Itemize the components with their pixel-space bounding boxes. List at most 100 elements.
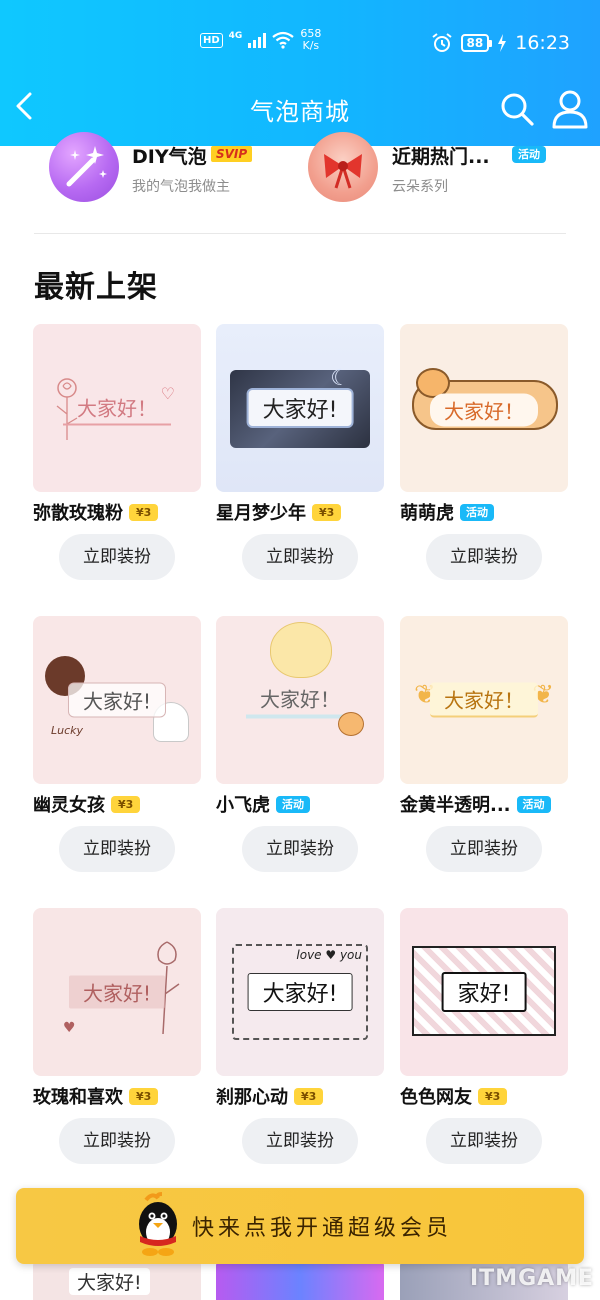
apply-button[interactable]: 立即装扮 bbox=[426, 534, 542, 580]
bubble-name: 幽灵女孩 bbox=[33, 795, 105, 816]
user-icon[interactable] bbox=[550, 88, 590, 130]
hd-indicator: HD bbox=[200, 32, 223, 48]
bubble-name: 刹那心动 bbox=[216, 1087, 288, 1108]
price-badge: ¥3 bbox=[478, 1087, 508, 1105]
bubble-preview[interactable]: 大家好! love ♥ you bbox=[216, 908, 384, 1076]
divider bbox=[34, 233, 566, 234]
feature-title: DIY气泡 bbox=[132, 146, 207, 168]
price-badge: ¥3 bbox=[312, 503, 342, 521]
bubble-name: 色色网友 bbox=[400, 1087, 472, 1108]
apply-button[interactable]: 立即装扮 bbox=[426, 1118, 542, 1164]
alarm-icon bbox=[431, 33, 452, 52]
penguin-icon bbox=[139, 1192, 177, 1256]
bubble-preview-peek[interactable]: 大家好! bbox=[33, 1258, 201, 1300]
activity-badge: 活动 bbox=[460, 503, 494, 521]
activity-badge: 活动 bbox=[276, 795, 310, 813]
bubble-preview[interactable]: 大家好! ♥ bbox=[33, 908, 201, 1076]
svip-badge: SVIP bbox=[211, 146, 253, 162]
bubble-sample-text: 大家好！ bbox=[246, 682, 354, 719]
price-badge: ¥3 bbox=[294, 1087, 324, 1105]
card-info: 萌萌虎 活动 bbox=[400, 501, 568, 524]
clock: 16:23 bbox=[515, 32, 570, 54]
bubble-sample-text: 大家好！ bbox=[63, 391, 171, 426]
card-info: 玫瑰和喜欢 ¥3 bbox=[33, 1085, 201, 1108]
bubble-card: 大家好！ 小飞虎 活动 立即装扮 bbox=[216, 616, 384, 872]
tiger-icon bbox=[338, 712, 364, 736]
apply-button[interactable]: 立即装扮 bbox=[242, 1118, 358, 1164]
bubble-card: 大家好! love ♥ you 刹那心动 ¥3 立即装扮 bbox=[216, 908, 384, 1164]
card-info: 幽灵女孩 ¥3 bbox=[33, 793, 201, 816]
feature-subtitle: 云朵系列 bbox=[392, 179, 448, 195]
status-right: 88 16:23 bbox=[431, 32, 570, 54]
charging-icon bbox=[498, 34, 507, 52]
bubble-preview-peek[interactable] bbox=[216, 1258, 384, 1300]
card-info: 色色网友 ¥3 bbox=[400, 1085, 568, 1108]
bubble-card: 大家好！ 萌萌虎 活动 立即装扮 bbox=[400, 324, 568, 580]
wifi-icon bbox=[272, 31, 295, 49]
activity-badge: 活动 bbox=[512, 146, 546, 163]
magic-wand-icon bbox=[49, 132, 119, 202]
vip-promo-text: 快来点我开通超级会员 bbox=[192, 1216, 453, 1241]
card-info: 弥散玫瑰粉 ¥3 bbox=[33, 501, 201, 524]
lucky-decoration: Lucky bbox=[51, 724, 84, 737]
bubble-name: 弥散玫瑰粉 bbox=[33, 503, 123, 524]
price-badge: ¥3 bbox=[129, 503, 159, 521]
bubble-name: 金黄半透明... bbox=[400, 795, 511, 816]
price-badge: ¥3 bbox=[111, 795, 141, 813]
heart-icon: ♥ bbox=[63, 1020, 76, 1036]
card-info: 金黄半透明... 活动 bbox=[400, 793, 568, 816]
moon-icon: ☾ bbox=[330, 366, 350, 391]
love-you-doodle: love ♥ you bbox=[296, 948, 362, 962]
bubble-sample-text: 大家好！ bbox=[430, 393, 538, 427]
bubble-sample-text: 家好! bbox=[441, 972, 527, 1012]
bow-icon bbox=[308, 132, 378, 202]
bubble-card: 家好! 色色网友 ¥3 立即装扮 bbox=[400, 908, 568, 1164]
activity-badge: 活动 bbox=[516, 795, 551, 813]
bubble-name: 星月梦少年 bbox=[216, 503, 306, 524]
bubble-preview[interactable]: 大家好！ bbox=[216, 616, 384, 784]
feature-diy-bubble[interactable]: DIY气泡 我的气泡我做主 bbox=[49, 132, 299, 206]
bubble-preview[interactable]: 大家好！ ♡ bbox=[33, 324, 201, 492]
status-left: HD 4G 658 K/s bbox=[200, 28, 321, 52]
watermark: ITMGAME bbox=[470, 1266, 595, 1291]
bubble-card: 大家好! ☾ 星月梦少年 ¥3 立即装扮 bbox=[216, 324, 384, 580]
card-info: 刹那心动 ¥3 bbox=[216, 1085, 384, 1108]
network-speed: 658 K/s bbox=[300, 28, 321, 52]
vip-promo-banner[interactable]: 快来点我开通超级会员 bbox=[16, 1188, 584, 1264]
battery-indicator: 88 bbox=[460, 34, 492, 52]
bubble-card: ❦ ❦ 大家好！ 金黄半透明... 活动 立即装扮 bbox=[400, 616, 568, 872]
bubble-preview[interactable]: 大家好！ bbox=[400, 324, 568, 492]
bubble-preview[interactable]: 家好! bbox=[400, 908, 568, 1076]
apply-button[interactable]: 立即装扮 bbox=[242, 534, 358, 580]
apply-button[interactable]: 立即装扮 bbox=[242, 826, 358, 872]
feature-title: 近期热门... bbox=[392, 146, 490, 168]
bubble-preview[interactable]: 大家好! Lucky bbox=[33, 616, 201, 784]
price-badge: ¥3 bbox=[129, 1087, 159, 1105]
apply-button[interactable]: 立即装扮 bbox=[59, 826, 175, 872]
bubble-card: 大家好！ ♡ 弥散玫瑰粉 ¥3 立即装扮 bbox=[33, 324, 201, 580]
bubble-sample-text: 大家好! bbox=[68, 975, 166, 1009]
apply-button[interactable]: 立即装扮 bbox=[59, 534, 175, 580]
bubble-preview[interactable]: 大家好! ☾ bbox=[216, 324, 384, 492]
bubble-sample-text: 大家好！ bbox=[430, 682, 538, 718]
heart-icon: ♡ bbox=[160, 384, 175, 403]
feature-hot-recent[interactable]: 近期热门... 云朵系列 活动 bbox=[308, 132, 568, 206]
bubble-sample-text: 大家好! bbox=[246, 388, 354, 428]
network-type: 4G bbox=[228, 31, 243, 41]
bubble-sample-text: 大家好! bbox=[67, 682, 167, 718]
bubble-card: 大家好! Lucky 幽灵女孩 ¥3 立即装扮 bbox=[33, 616, 201, 872]
bubble-preview[interactable]: ❦ ❦ 大家好！ bbox=[400, 616, 568, 784]
bubble-sample-text: 大家好! bbox=[69, 1268, 150, 1295]
bubble-name: 萌萌虎 bbox=[400, 503, 454, 524]
bubble-card: 大家好! ♥ 玫瑰和喜欢 ¥3 立即装扮 bbox=[33, 908, 201, 1164]
search-icon[interactable] bbox=[498, 90, 536, 128]
speed-unit: K/s bbox=[302, 39, 320, 52]
app-header: HD 4G 658 K/s 88 16:23 气泡商城 bbox=[0, 0, 600, 146]
feature-subtitle: 我的气泡我做主 bbox=[132, 179, 230, 195]
bubble-sample-text: 大家好! bbox=[247, 973, 353, 1011]
apply-button[interactable]: 立即装扮 bbox=[59, 1118, 175, 1164]
apply-button[interactable]: 立即装扮 bbox=[426, 826, 542, 872]
signal-icon bbox=[248, 32, 267, 48]
card-info: 小飞虎 活动 bbox=[216, 793, 384, 816]
bubble-name: 玫瑰和喜欢 bbox=[33, 1087, 123, 1108]
